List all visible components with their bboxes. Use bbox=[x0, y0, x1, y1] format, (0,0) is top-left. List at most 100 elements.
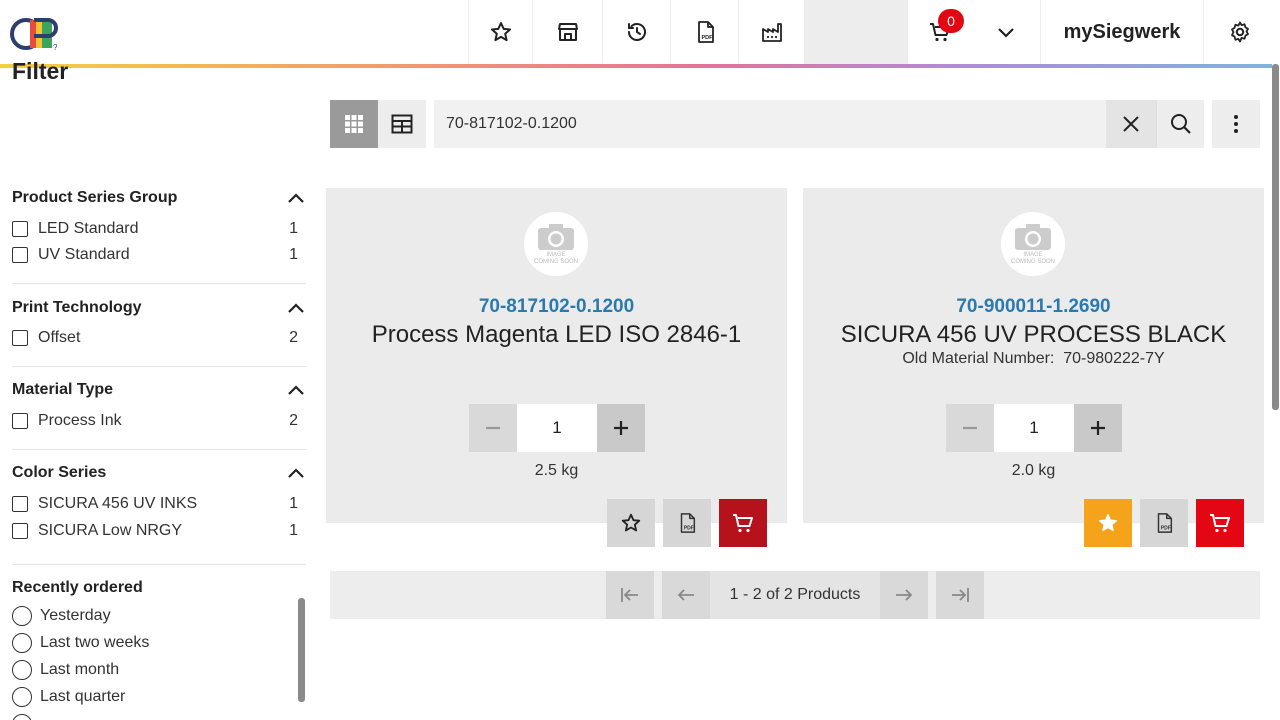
divider bbox=[12, 449, 306, 450]
sidebar-scrollbar[interactable] bbox=[298, 598, 305, 702]
package-size: 2.0 kg bbox=[1011, 462, 1056, 479]
product-code-link[interactable]: 70-900011-1.2690 bbox=[803, 296, 1264, 318]
svg-text:PDF: PDF bbox=[701, 35, 713, 41]
add-to-cart-button[interactable] bbox=[719, 499, 767, 547]
radio-option[interactable]: Yesterday bbox=[12, 602, 306, 629]
filter-group-title: Print Technology bbox=[12, 299, 142, 316]
decrease-quantity-button[interactable] bbox=[946, 404, 994, 452]
product-code-link[interactable]: 70-817102-0.1200 bbox=[326, 296, 787, 318]
pdf-button[interactable]: PDF bbox=[670, 0, 738, 64]
first-page-button[interactable] bbox=[606, 571, 654, 619]
filter-option-label: Offset bbox=[38, 329, 81, 346]
more-vert-icon bbox=[1234, 115, 1238, 133]
filter-option-label: LED Standard bbox=[38, 220, 139, 237]
checkbox[interactable] bbox=[12, 496, 28, 512]
previous-page-button[interactable] bbox=[662, 571, 710, 619]
filter-group-product-series: Product Series Group LED Standard 1 UV S… bbox=[12, 186, 306, 268]
filter-group-header[interactable]: Material Type bbox=[12, 378, 306, 402]
svg-text:?: ? bbox=[53, 43, 58, 52]
add-favorite-button[interactable] bbox=[607, 499, 655, 547]
filter-group-header[interactable]: Print Technology bbox=[12, 296, 306, 320]
clear-search-button[interactable] bbox=[1106, 100, 1156, 148]
filter-group-title: Color Series bbox=[12, 464, 107, 481]
production-button[interactable] bbox=[738, 0, 804, 64]
history-button[interactable] bbox=[602, 0, 670, 64]
filter-group-title: Recently ordered bbox=[12, 579, 143, 596]
factory-icon bbox=[761, 23, 782, 42]
app-logo[interactable]: ? bbox=[10, 14, 62, 52]
cart-button[interactable] bbox=[908, 0, 972, 64]
checkbox[interactable] bbox=[12, 247, 28, 263]
increase-quantity-button[interactable] bbox=[597, 404, 645, 452]
checkbox[interactable] bbox=[12, 523, 28, 539]
minus-icon bbox=[963, 426, 977, 430]
radio-option[interactable]: Last month bbox=[12, 656, 306, 683]
search-button[interactable] bbox=[1156, 100, 1204, 148]
product-card[interactable]: IMAGE COMING SOON 70-817102-0.1200 Proces… bbox=[326, 188, 787, 523]
filter-option[interactable]: SICURA 456 UV INKS 1 bbox=[12, 491, 306, 517]
filter-group-header[interactable]: Color Series bbox=[12, 461, 306, 485]
cart-dropdown-button[interactable] bbox=[972, 0, 1040, 64]
checkbox[interactable] bbox=[12, 330, 28, 346]
datasheet-pdf-button[interactable]: PDF bbox=[663, 499, 711, 547]
settings-button[interactable] bbox=[1204, 0, 1276, 64]
last-page-icon bbox=[952, 588, 969, 602]
radio-option[interactable] bbox=[12, 710, 306, 720]
store-button[interactable] bbox=[532, 0, 602, 64]
remove-favorite-button[interactable] bbox=[1084, 499, 1132, 547]
divider bbox=[12, 564, 306, 565]
radio[interactable] bbox=[12, 633, 32, 653]
increase-quantity-button[interactable] bbox=[1074, 404, 1122, 452]
pdf-icon: PDF bbox=[1157, 513, 1173, 533]
cart-count-badge: 0 bbox=[938, 9, 964, 33]
first-page-icon bbox=[621, 588, 638, 602]
filter-option[interactable]: Offset 2 bbox=[12, 325, 306, 351]
radio-option[interactable]: Last quarter bbox=[12, 683, 306, 710]
filter-option-count: 1 bbox=[289, 246, 298, 263]
decrease-quantity-button[interactable] bbox=[469, 404, 517, 452]
chevron-down-icon bbox=[998, 28, 1014, 38]
filter-option[interactable]: Process Ink 2 bbox=[12, 408, 306, 434]
quantity-stepper: 1 bbox=[469, 404, 645, 452]
divider bbox=[12, 366, 306, 367]
more-options-button[interactable] bbox=[1212, 100, 1260, 148]
my-siegwerk-link[interactable]: mySiegwerk bbox=[1040, 0, 1204, 64]
filter-option-count: 1 bbox=[289, 522, 298, 539]
quantity-input[interactable]: 1 bbox=[994, 404, 1074, 452]
radio-option[interactable]: Last two weeks bbox=[12, 629, 306, 656]
search-input[interactable]: 70-817102-0.1200 bbox=[434, 100, 1106, 148]
product-name: Process Magenta LED ISO 2846-1 bbox=[371, 321, 742, 348]
filter-option[interactable]: UV Standard 1 bbox=[12, 242, 306, 268]
filter-group-print-technology: Print Technology Offset 2 bbox=[12, 296, 306, 351]
filter-option-label: UV Standard bbox=[38, 246, 130, 263]
close-icon bbox=[1123, 116, 1139, 132]
page-scrollbar[interactable] bbox=[1272, 64, 1279, 410]
filter-option[interactable]: LED Standard 1 bbox=[12, 216, 306, 242]
radio[interactable] bbox=[12, 687, 32, 707]
radio-option-label: Last two weeks bbox=[40, 634, 150, 651]
filter-option[interactable]: SICURA Low NRGY 1 bbox=[12, 518, 306, 544]
table-view-button[interactable] bbox=[378, 100, 426, 148]
next-page-button[interactable] bbox=[880, 571, 928, 619]
filter-title: Filter bbox=[12, 58, 69, 84]
filter-group-header[interactable]: Product Series Group bbox=[12, 186, 306, 210]
grid-view-button[interactable] bbox=[330, 100, 378, 148]
datasheet-pdf-button[interactable]: PDF bbox=[1140, 499, 1188, 547]
radio[interactable] bbox=[12, 606, 32, 626]
store-icon bbox=[557, 23, 578, 41]
checkbox[interactable] bbox=[12, 413, 28, 429]
quantity-input[interactable]: 1 bbox=[517, 404, 597, 452]
chevron-up-icon bbox=[288, 468, 304, 478]
cart-icon bbox=[1210, 514, 1230, 533]
favorites-button[interactable] bbox=[468, 0, 532, 64]
radio[interactable] bbox=[12, 714, 32, 720]
search-icon bbox=[1170, 114, 1191, 134]
product-card[interactable]: IMAGE COMING SOON 70-900011-1.2690 SICURA… bbox=[803, 188, 1264, 523]
radio[interactable] bbox=[12, 660, 32, 680]
filter-group-recently-ordered: Recently ordered Yesterday Last two week… bbox=[12, 576, 306, 720]
last-page-button[interactable] bbox=[936, 571, 984, 619]
add-to-cart-button[interactable] bbox=[1196, 499, 1244, 547]
filter-option-count: 2 bbox=[289, 329, 298, 346]
checkbox[interactable] bbox=[12, 221, 28, 237]
pagination-bar: 1 - 2 of 2 Products bbox=[330, 571, 1260, 619]
